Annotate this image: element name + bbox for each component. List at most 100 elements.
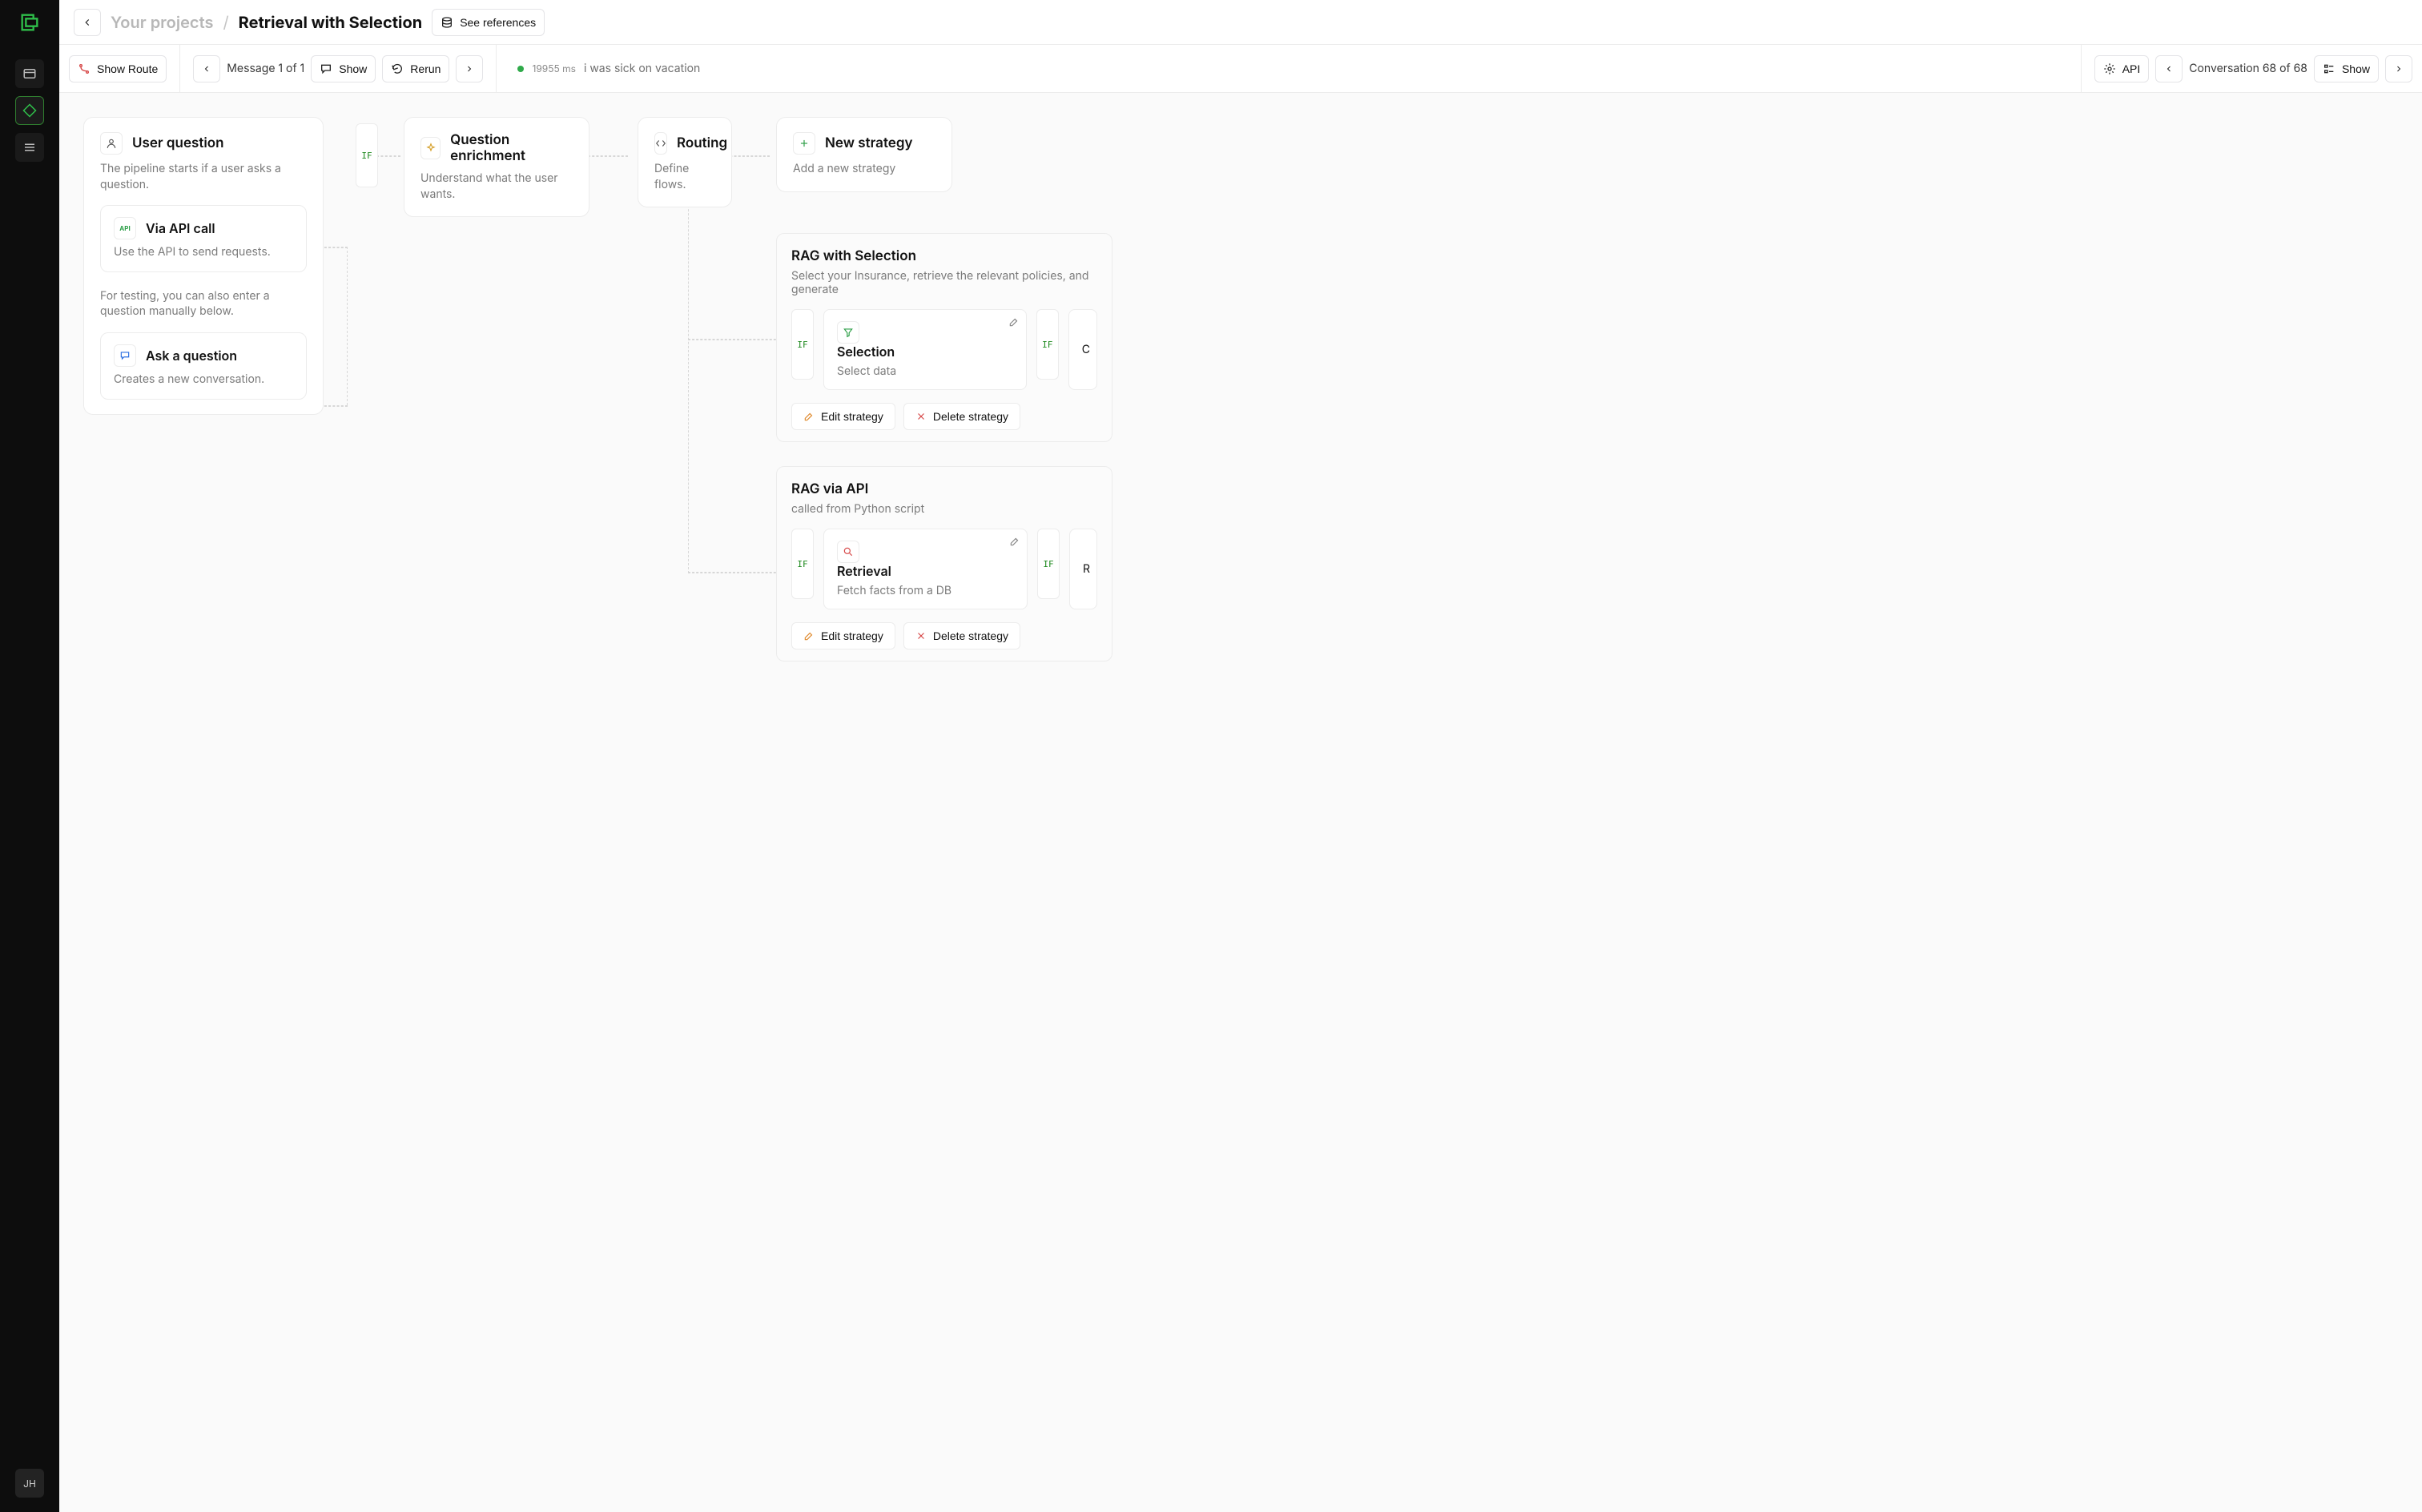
subcard-ask-question[interactable]: Ask a question Creates a new conversatio… — [100, 332, 307, 400]
delete-strategy-label: Delete strategy — [933, 410, 1008, 423]
strategy-title: RAG with Selection — [791, 248, 1097, 264]
delete-strategy-button[interactable]: Delete strategy — [903, 403, 1020, 430]
chat-icon — [114, 344, 136, 367]
api-icon: API — [114, 217, 136, 239]
app-logo — [18, 11, 41, 34]
nav-flow-icon[interactable] — [15, 96, 44, 125]
rerun-label: Rerun — [410, 62, 441, 75]
flow-canvas[interactable]: User question The pipeline starts if a u… — [59, 93, 1421, 830]
if-gate[interactable]: IF — [791, 309, 814, 380]
edit-icon — [803, 411, 815, 422]
block-title: Selection — [837, 344, 895, 360]
gear-icon — [2103, 62, 2116, 75]
edit-strategy-button[interactable]: Edit strategy — [791, 403, 895, 430]
breadcrumb-parent[interactable]: Your projects — [111, 13, 213, 32]
node-new-strategy[interactable]: New strategy Add a new strategy — [776, 117, 952, 192]
show-route-button[interactable]: Show Route — [69, 55, 167, 82]
node-desc: Define flows. — [654, 161, 715, 192]
block-title: Retrieval — [837, 563, 891, 579]
api-label: API — [2122, 62, 2141, 75]
node-desc: The pipeline starts if a user asks a que… — [100, 161, 307, 192]
block-truncated[interactable]: C — [1068, 309, 1097, 390]
edit-strategy-label: Edit strategy — [821, 410, 883, 423]
show-conversation-label: Show — [2342, 62, 2370, 75]
filter-icon — [837, 321, 859, 344]
subcard-title: Ask a question — [146, 348, 237, 364]
subcard-desc: Use the API to send requests. — [114, 244, 293, 260]
header: Your projects / Retrieval with Selection… — [59, 0, 2422, 45]
breadcrumb-separator: / — [223, 13, 228, 32]
block-selection[interactable]: Selection Select data — [823, 309, 1027, 390]
refresh-icon — [391, 62, 404, 75]
delete-strategy-button[interactable]: Delete strategy — [903, 622, 1020, 649]
search-icon — [837, 541, 859, 563]
database-icon — [441, 16, 453, 29]
if-gate[interactable]: IF — [1037, 529, 1060, 599]
see-references-button[interactable]: See references — [432, 9, 545, 36]
node-title: User question — [132, 135, 224, 151]
back-button[interactable] — [74, 9, 101, 36]
subcard-api-call[interactable]: API Via API call Use the API to send req… — [100, 205, 307, 272]
message-counter: Message 1 of 1 — [227, 62, 304, 75]
rerun-button[interactable]: Rerun — [382, 55, 449, 82]
if-gate[interactable]: IF — [356, 123, 378, 187]
if-gate[interactable]: IF — [791, 529, 814, 599]
delete-icon — [915, 630, 927, 641]
delete-icon — [915, 411, 927, 422]
list-icon — [2323, 62, 2336, 75]
edit-strategy-button[interactable]: Edit strategy — [791, 622, 895, 649]
chat-icon — [320, 62, 332, 75]
strategy-rag-api[interactable]: RAG via API called from Python script IF… — [776, 466, 1112, 662]
status-message: i was sick on vacation — [584, 62, 700, 75]
strategy-desc: called from Python script — [791, 502, 1097, 516]
block-truncated[interactable]: R — [1069, 529, 1097, 609]
route-icon — [78, 62, 91, 75]
show-message-label: Show — [339, 62, 367, 75]
show-message-button[interactable]: Show — [311, 55, 376, 82]
strategy-title: RAG via API — [791, 481, 1097, 497]
edit-icon[interactable] — [1008, 316, 1020, 328]
toolbar: Show Route Message 1 of 1 Show Rerun 199… — [59, 45, 2422, 93]
show-route-label: Show Route — [97, 62, 158, 75]
user-avatar[interactable]: JH — [15, 1469, 44, 1498]
code-icon — [654, 132, 667, 155]
node-routing[interactable]: Routing Define flows. — [638, 117, 732, 207]
nav-browser-icon[interactable] — [15, 59, 44, 88]
left-sidebar: JH — [0, 0, 59, 1512]
api-button[interactable]: API — [2094, 55, 2150, 82]
strategy-desc: Select your Insurance, retrieve the rele… — [791, 269, 1097, 296]
block-desc: Select data — [837, 364, 1013, 378]
delete-strategy-label: Delete strategy — [933, 629, 1008, 642]
message-next-button[interactable] — [456, 55, 483, 82]
edit-strategy-label: Edit strategy — [821, 629, 883, 642]
user-icon — [100, 132, 123, 155]
sparkle-icon — [420, 137, 441, 159]
subcard-desc: Creates a new conversation. — [114, 372, 293, 388]
nav-list-icon[interactable] — [15, 133, 44, 162]
show-conversation-button[interactable]: Show — [2314, 55, 2379, 82]
conversation-prev-button[interactable] — [2155, 55, 2183, 82]
edit-icon — [803, 630, 815, 641]
testing-note: For testing, you can also enter a questi… — [100, 288, 307, 320]
node-desc: Understand what the user wants. — [420, 171, 573, 202]
node-desc: Add a new strategy — [793, 161, 935, 177]
block-retrieval[interactable]: Retrieval Fetch facts from a DB — [823, 529, 1028, 609]
strategy-rag-selection[interactable]: RAG with Selection Select your Insurance… — [776, 233, 1112, 442]
status-dot-icon — [517, 66, 524, 72]
plus-icon — [793, 132, 815, 155]
status-time: 19955 ms — [532, 62, 576, 74]
see-references-label: See references — [460, 16, 536, 29]
node-title: Question enrichment — [450, 132, 573, 164]
node-title: New strategy — [825, 135, 912, 151]
conversation-counter: Conversation 68 of 68 — [2189, 62, 2307, 75]
conversation-next-button[interactable] — [2385, 55, 2412, 82]
node-title: Routing — [677, 135, 727, 151]
block-desc: Fetch facts from a DB — [837, 584, 1014, 597]
node-user-question[interactable]: User question The pipeline starts if a u… — [83, 117, 324, 415]
if-gate[interactable]: IF — [1036, 309, 1059, 380]
edit-icon[interactable] — [1009, 536, 1020, 547]
status-bar: 19955 ms i was sick on vacation — [509, 62, 2067, 75]
subcard-title: Via API call — [146, 220, 215, 236]
node-question-enrichment[interactable]: Question enrichment Understand what the … — [404, 117, 589, 217]
message-prev-button[interactable] — [193, 55, 220, 82]
